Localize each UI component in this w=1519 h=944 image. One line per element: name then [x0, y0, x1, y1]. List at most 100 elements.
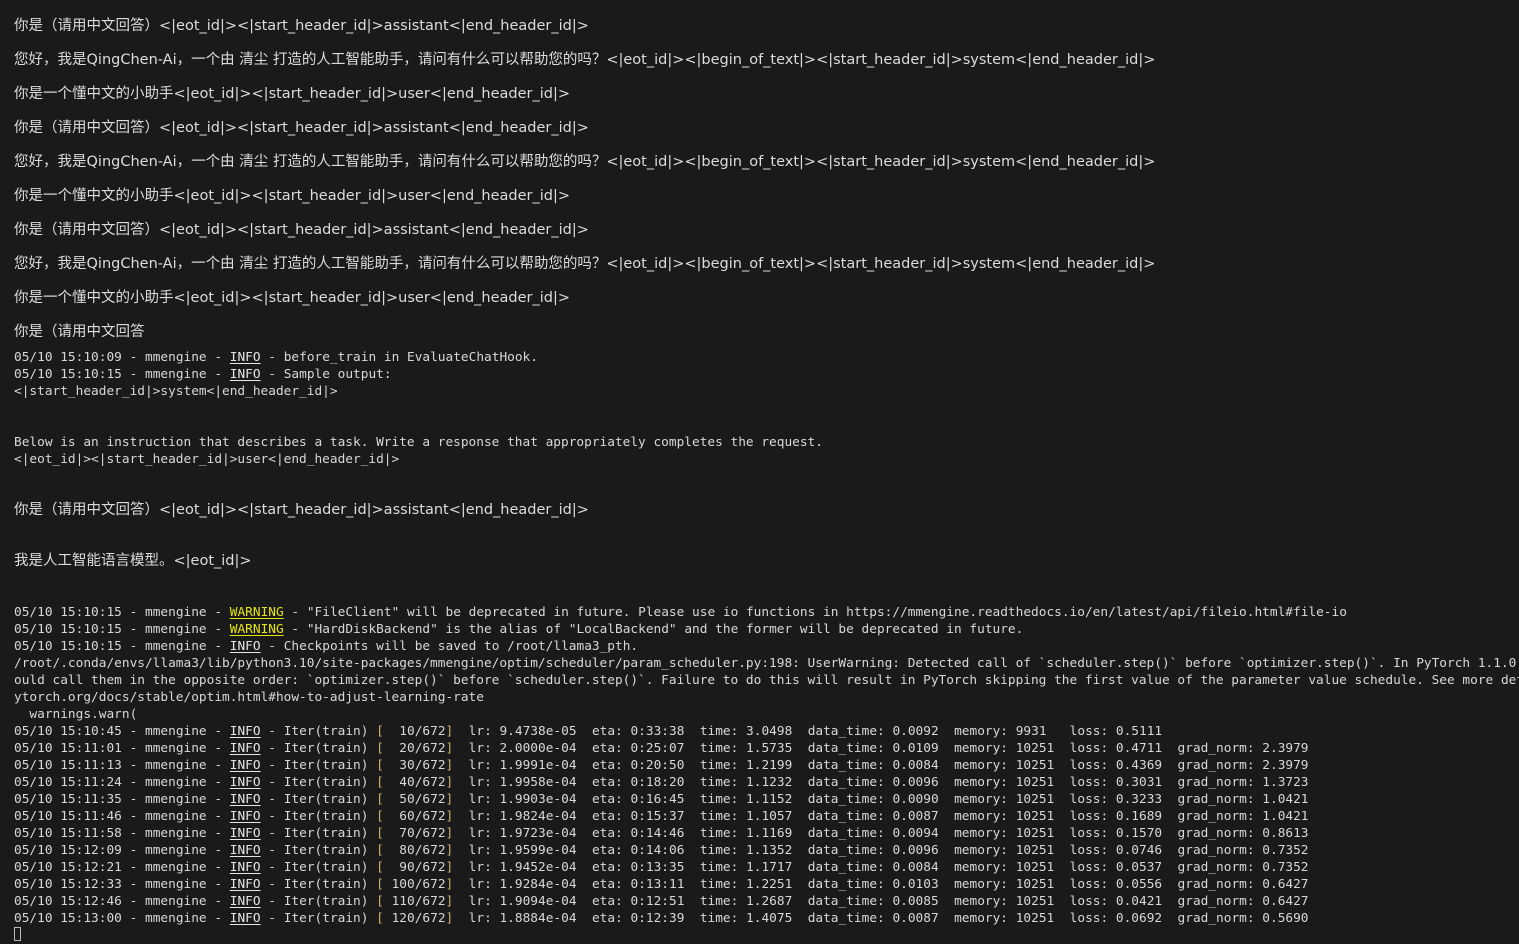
- iteration-log-row: 05/10 15:11:01 - mmengine - INFO - Iter(…: [14, 740, 1505, 757]
- metric-eta: eta: 0:20:50: [576, 758, 685, 773]
- iter-progress: 80/672: [383, 843, 446, 858]
- log-logger: mmengine: [145, 809, 207, 824]
- metric-eta: eta: 0:16:45: [576, 792, 685, 807]
- metric-lr: lr: 1.9991e-04: [453, 758, 577, 773]
- iter-bracket-open: [: [376, 741, 384, 756]
- log-timestamp: 05/10 15:12:09: [14, 843, 122, 858]
- log-timestamp: 05/10 15:10:15: [14, 605, 122, 620]
- log-sep: -: [121, 911, 145, 926]
- terminal-window[interactable]: 你是（请用中文回答）<|eot_id|><|start_header_id|>a…: [0, 0, 1519, 941]
- metric-lr: lr: 1.9284e-04: [453, 877, 577, 892]
- metric-loss: loss: 0.5111: [1054, 724, 1163, 739]
- metric-grad-norm: grad_norm: 0.7352: [1162, 843, 1309, 858]
- iteration-log-row: 05/10 15:12:46 - mmengine - INFO - Iter(…: [14, 893, 1505, 910]
- metric-grad-norm: grad_norm: 2.3979: [1162, 758, 1309, 773]
- log-phase: Iter(train): [283, 741, 377, 756]
- log-sep: -: [206, 826, 230, 841]
- metric-eta: eta: 0:33:38: [576, 724, 685, 739]
- log-sep: -: [206, 860, 230, 875]
- metric-data-time: data_time: 0.0096: [792, 843, 939, 858]
- metric-time: time: 3.0498: [684, 724, 793, 739]
- log-level: INFO: [229, 894, 261, 909]
- iter-bracket-open: [: [376, 894, 384, 909]
- iteration-log-row: 05/10 15:11:46 - mmengine - INFO - Iter(…: [14, 808, 1505, 825]
- log-line-checkpoints: 05/10 15:10:15 - mmengine - INFO - Check…: [14, 638, 1505, 655]
- iter-progress: 100/672: [383, 877, 446, 892]
- iteration-log-row: 05/10 15:13:00 - mmengine - INFO - Iter(…: [14, 910, 1505, 927]
- log-sep: -: [283, 605, 307, 620]
- metric-memory: memory: 10251: [938, 860, 1055, 875]
- user-warning-line-4: warnings.warn(: [14, 707, 138, 722]
- log-level: INFO: [229, 792, 261, 807]
- metric-loss: loss: 0.1689: [1054, 809, 1163, 824]
- log-sep: -: [260, 758, 284, 773]
- log-sep: -: [260, 843, 284, 858]
- log-phase: Iter(train): [283, 792, 377, 807]
- log-sep: -: [260, 639, 284, 654]
- chat-line: 您好，我是QingChen-Ai，一个由 清尘 打造的人工智能助手，请问有什么可…: [14, 154, 1156, 170]
- metric-eta: eta: 0:15:37: [576, 809, 685, 824]
- log-level: INFO: [229, 826, 261, 841]
- metric-time: time: 1.2251: [684, 877, 793, 892]
- log-sep: -: [260, 775, 284, 790]
- iter-bracket-open: [: [376, 877, 384, 892]
- iteration-log-row: 05/10 15:12:33 - mmengine - INFO - Iter(…: [14, 876, 1505, 893]
- iter-progress: 30/672: [383, 758, 446, 773]
- metric-lr: lr: 1.9094e-04: [453, 894, 577, 909]
- metric-lr: lr: 1.9958e-04: [453, 775, 577, 790]
- metric-grad-norm: grad_norm: 0.6427: [1162, 894, 1309, 909]
- log-phase: Iter(train): [283, 826, 377, 841]
- chat-line: 你是一个懂中文的小助手<|eot_id|><|start_header_id|>…: [14, 86, 571, 102]
- metric-loss: loss: 0.4711: [1054, 741, 1163, 756]
- log-level: INFO: [229, 741, 261, 756]
- log-sep: -: [121, 792, 145, 807]
- metric-time: time: 1.1152: [684, 792, 793, 807]
- iteration-log-row: 05/10 15:10:45 - mmengine - INFO - Iter(…: [14, 723, 1505, 740]
- log-phase: Iter(train): [283, 724, 377, 739]
- metric-time: time: 1.1717: [684, 860, 793, 875]
- metric-eta: eta: 0:18:20: [576, 775, 685, 790]
- log-level: INFO: [229, 724, 261, 739]
- iteration-log-row: 05/10 15:11:24 - mmengine - INFO - Iter(…: [14, 774, 1505, 791]
- metric-lr: lr: 1.8884e-04: [453, 911, 577, 926]
- log-level: INFO: [229, 639, 261, 654]
- iteration-log-row: 05/10 15:11:35 - mmengine - INFO - Iter(…: [14, 791, 1505, 808]
- metric-time: time: 1.4075: [684, 911, 793, 926]
- log-level: INFO: [229, 809, 261, 824]
- log-level: INFO: [229, 860, 261, 875]
- log-logger: mmengine: [145, 911, 207, 926]
- metric-lr: lr: 1.9452e-04: [453, 860, 577, 875]
- iter-bracket-open: [: [376, 843, 384, 858]
- log-sep: -: [260, 894, 284, 909]
- log-logger: mmengine: [145, 792, 207, 807]
- metric-lr: lr: 1.9599e-04: [453, 843, 577, 858]
- log-sep: -: [206, 775, 230, 790]
- log-sep: -: [121, 877, 145, 892]
- log-sep: -: [206, 843, 230, 858]
- user-warning-line-1: /root/.conda/envs/llama3/lib/python3.10/…: [14, 656, 1519, 671]
- chat-line: 你是一个懂中文的小助手<|eot_id|><|start_header_id|>…: [14, 188, 571, 204]
- log-logger: mmengine: [145, 826, 207, 841]
- prompt-cursor-line[interactable]: [14, 927, 1505, 944]
- metric-loss: loss: 0.1570: [1054, 826, 1163, 841]
- metric-grad-norm: grad_norm: 0.6427: [1162, 877, 1309, 892]
- log-timestamp: 05/10 15:12:21: [14, 860, 122, 875]
- log-level: INFO: [229, 877, 261, 892]
- log-sep: -: [260, 809, 284, 824]
- log-timestamp: 05/10 15:11:24: [14, 775, 122, 790]
- log-phase: Iter(train): [283, 809, 377, 824]
- log-sep: -: [121, 826, 145, 841]
- log-timestamp: 05/10 15:11:46: [14, 809, 122, 824]
- log-timestamp: 05/10 15:11:58: [14, 826, 122, 841]
- metric-loss: loss: 0.0746: [1054, 843, 1163, 858]
- log-sep: -: [121, 860, 145, 875]
- metric-memory: memory: 10251: [938, 877, 1055, 892]
- log-logger: mmengine: [145, 894, 207, 909]
- system-header-token: <|start_header_id|>system<|end_header_id…: [14, 384, 338, 399]
- log-sep: -: [260, 792, 284, 807]
- log-sep: -: [206, 877, 230, 892]
- metric-loss: loss: 0.4369: [1054, 758, 1163, 773]
